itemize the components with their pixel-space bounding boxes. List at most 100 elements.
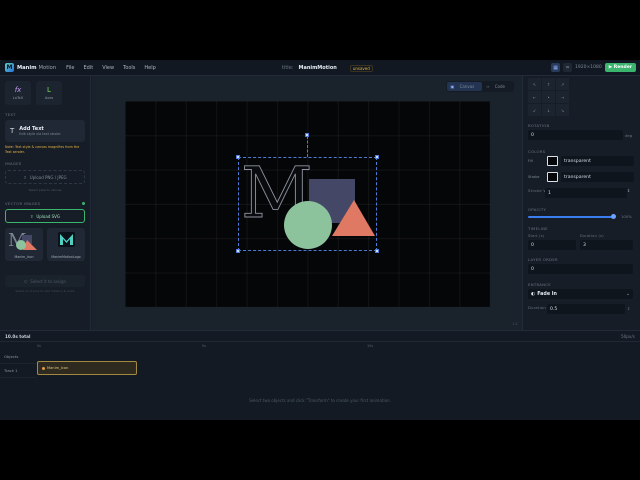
tool-tiles: fx LaTeX L Axes [0,76,90,110]
thumb-manim-motion-logo[interactable]: ManimMotionLogo [47,228,85,262]
menu-tools[interactable]: Tools [123,65,135,71]
status-badge: unsaved [349,64,373,72]
rotation-guide [307,136,308,157]
resize-handle-top-left[interactable] [236,155,240,159]
latex-tool[interactable]: fx LaTeX [5,81,31,105]
align-grid: ↖ ↑ ↗ ← • → ↙ ↓ ↘ [528,78,569,116]
opacity-label: OPACITY [528,207,547,212]
status-dot-icon [82,202,85,206]
upload-svg-button[interactable]: ⇪ Upload SVG [5,209,85,224]
vector-section-title: VECTOR IMAGES [5,201,41,207]
toolbar-right: ▦ ⌗ 1920×1080 ▶ Render [551,63,636,72]
timeline-label: TIMELINE [528,226,548,231]
align-bottom-right-icon[interactable]: ↘ [556,104,569,116]
assign-hint: Select on tracks to add rotation & scale [15,289,75,294]
rotation-handle[interactable] [305,133,309,137]
clip-dot-icon [42,366,45,370]
menu-help[interactable]: Help [144,65,155,71]
thumb-caption: ManimMotionLogo [51,255,81,260]
axes-label: Axes [44,96,54,100]
layer-order-input[interactable]: 0 [528,264,633,274]
align-top-right-icon[interactable]: ↗ [556,78,569,90]
images-section-title: IMAGES [5,161,22,167]
tick-label: 10s [367,344,374,348]
resize-handle-bottom-left[interactable] [236,249,240,253]
opacity-knob[interactable] [611,214,616,219]
stepper-icon[interactable]: ⇕ [627,188,630,193]
app-window: M Manim Motion File Edit View Tools Help… [0,60,640,420]
resize-handle-top-right[interactable] [375,155,379,159]
add-text-button[interactable]: T Add Text Edit style via text stroke [5,120,85,142]
align-bottom-icon[interactable]: ↓ [542,104,555,116]
canvas-area: ▣ Canvas ‹› Code M 1:1 [92,76,522,330]
colors-label: COLORS [528,149,546,154]
align-top-left-icon[interactable]: ↖ [528,78,541,90]
entrance-select[interactable]: ◐ Fade In ⌄ [528,289,633,299]
tab-canvas[interactable]: ▣ Canvas [446,82,483,91]
selection-box[interactable] [238,157,377,251]
stage[interactable]: M [125,101,490,307]
stroke-label: Stroke [528,175,540,179]
row-objects: Objects [0,350,37,364]
timeline-zoom[interactable]: 50px/s [621,334,635,339]
view-toggle: ▣ Canvas ‹› Code [445,81,514,92]
resolution-readout[interactable]: 1920×1080 [575,65,602,70]
layer-order-label: LAYER ORDER [528,257,558,262]
upload-icon: ⇪ [29,213,34,219]
axes-icon: L [47,86,51,94]
vector-section-header: VECTOR IMAGES [0,201,90,206]
timeline-ruler[interactable]: 0s 5s 10s [37,342,640,350]
axes-tool[interactable]: L Axes [36,81,62,105]
align-right-icon[interactable]: → [556,91,569,103]
start-label: Start (s) [528,234,545,238]
brand-sub: Motion [38,64,57,71]
resize-handle-bottom-right[interactable] [375,249,379,253]
upload-image-hint: Select pixel to canvas [28,188,62,193]
tab-code[interactable]: ‹› Code [482,82,513,91]
stroke-swatch[interactable] [547,172,558,182]
latex-icon: fx [14,86,22,94]
fill-input[interactable]: transparent [561,156,634,166]
tick-label: 5s [202,344,206,348]
snap-toggle-icon[interactable]: ⌗ [563,63,573,72]
text-section-title: TEXT [5,112,16,117]
upload-image-button[interactable]: ⇪ Upload PNG / JPEG [5,170,85,185]
fill-swatch[interactable] [547,156,558,166]
thumb-manim-icon[interactable]: M Manim_Icon [5,228,43,262]
entrance-duration-stepper-icon[interactable]: ⇕ [627,306,630,311]
entrance-duration-input[interactable]: 0.5 [547,304,625,314]
menu-file[interactable]: File [66,65,74,71]
assign-button[interactable]: ⌬ Select it to assign [5,275,85,288]
duration-input[interactable]: 3 [580,240,633,250]
menu-view[interactable]: View [102,65,114,71]
timeline-clip[interactable]: Manim_Icon [37,361,137,375]
stroke-input[interactable]: transparent [561,172,634,182]
rotation-label: ROTATION [528,123,550,128]
menu-bar: File Edit View Tools Help [66,65,156,71]
fill-label: Fill [528,159,533,163]
align-left-icon[interactable]: ← [528,91,541,103]
rotation-input[interactable]: 0 [528,130,623,140]
opacity-slider[interactable] [528,216,615,218]
upload-icon: ⇪ [23,174,27,180]
align-top-icon[interactable]: ↑ [542,78,555,90]
timeline-total: 10.0s total [5,333,31,339]
align-center-icon[interactable]: • [542,91,555,103]
text-icon: T [10,127,15,135]
grid-toggle-icon[interactable]: ▦ [551,63,561,72]
fill-row: Fill transparent [528,156,634,166]
menu-edit[interactable]: Edit [84,65,94,71]
stroke-row: Stroke transparent [528,172,634,182]
align-bottom-left-icon[interactable]: ↙ [528,104,541,116]
row-track-1: Track 1 [0,364,37,378]
text-note: Note: Text style & canvas magnifies from… [5,145,80,154]
render-button[interactable]: ▶ Render [604,63,636,72]
tick-label: 0s [37,344,41,348]
rotation-unit: deg [625,133,633,138]
chevron-down-icon: ⌄ [625,291,630,297]
title-value[interactable]: ManimMotion [298,65,336,71]
zoom-indicator: 1:1 [512,322,518,326]
stroke-width-input[interactable]: 1 [545,188,627,198]
start-input[interactable]: 0 [528,240,576,250]
timeline-rows: Objects Track 1 [0,350,37,378]
